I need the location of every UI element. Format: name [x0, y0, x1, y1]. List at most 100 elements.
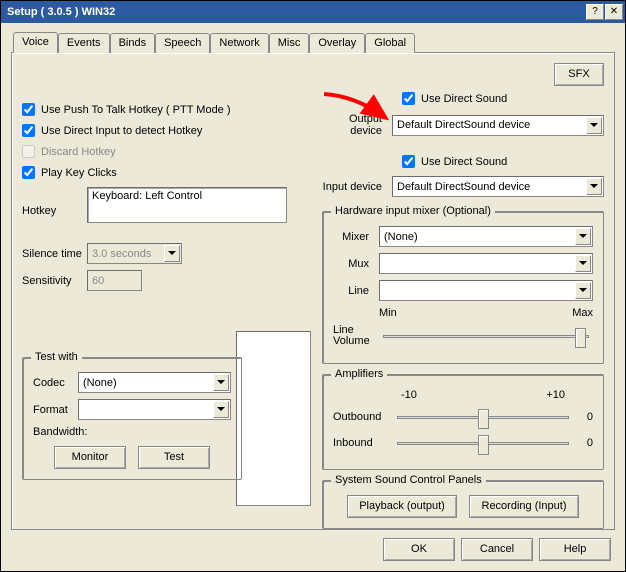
use-directsound-input-input[interactable] [402, 155, 415, 168]
codec-label: Codec [33, 377, 78, 389]
use-directsound-output-checkbox[interactable]: Use Direct Sound [402, 92, 604, 105]
sensitivity-label: Sensitivity [22, 275, 87, 287]
silence-select: 3.0 seconds [87, 243, 182, 264]
use-directsound-input-label: Use Direct Sound [421, 156, 507, 168]
outbound-slider[interactable] [393, 407, 573, 427]
tab-misc[interactable]: Misc [269, 33, 310, 53]
slider-thumb[interactable] [478, 435, 489, 455]
directinput-label: Use Direct Input to detect Hotkey [41, 125, 202, 137]
discard-hotkey-label: Discard Hotkey [41, 146, 116, 158]
amplifiers-legend: Amplifiers [331, 368, 387, 380]
sound-control-panels-legend: System Sound Control Panels [331, 474, 486, 486]
window-title: Setup ( 3.0.5 ) WIN32 [7, 6, 586, 18]
line-volume-label: Line Volume [333, 325, 379, 347]
setup-window: Setup ( 3.0.5 ) WIN32 ? ✕ Voice Events B… [0, 0, 626, 572]
format-select[interactable] [78, 399, 231, 420]
line-volume-slider[interactable] [379, 326, 593, 346]
silence-value: 3.0 seconds [92, 248, 151, 260]
outbound-value: 0 [573, 411, 593, 423]
discard-hotkey-checkbox: Discard Hotkey [22, 145, 302, 158]
tab-network[interactable]: Network [210, 33, 268, 53]
use-directsound-output-label: Use Direct Sound [421, 93, 507, 105]
test-button[interactable]: Test [138, 446, 210, 469]
directinput-checkbox[interactable]: Use Direct Input to detect Hotkey [22, 124, 302, 137]
input-device-label: Input device [322, 181, 392, 193]
playclicks-checkbox[interactable]: Play Key Clicks [22, 166, 302, 179]
chevron-down-icon[interactable] [575, 228, 591, 245]
line-label: Line [333, 285, 379, 297]
output-device-label: Output device [322, 113, 392, 137]
recording-panel-button[interactable]: Recording (Input) [469, 495, 579, 518]
playclicks-checkbox-input[interactable] [22, 166, 35, 179]
silence-label: Silence time [22, 248, 87, 260]
hotkey-value: Keyboard: Left Control [92, 190, 202, 202]
ok-button[interactable]: OK [383, 538, 455, 561]
output-device-select[interactable]: Default DirectSound device [392, 115, 604, 136]
tab-speech[interactable]: Speech [155, 33, 210, 53]
tab-strip: Voice Events Binds Speech Network Misc O… [13, 31, 615, 52]
right-column: SFX Use Direct Sound Output device Defau… [322, 63, 604, 519]
use-directsound-output-input[interactable] [402, 92, 415, 105]
chevron-down-icon[interactable] [575, 255, 591, 272]
amp-plus10-label: +10 [546, 389, 565, 401]
mixer-label: Mixer [333, 231, 379, 243]
inbound-label: Inbound [333, 437, 393, 449]
mux-label: Mux [333, 258, 379, 270]
monitor-button[interactable]: Monitor [54, 446, 126, 469]
testwith-legend: Test with [31, 351, 82, 363]
input-device-select[interactable]: Default DirectSound device [392, 176, 604, 197]
chevron-down-icon[interactable] [586, 117, 602, 134]
playclicks-label: Play Key Clicks [41, 167, 117, 179]
hardware-mixer-group: Hardware input mixer (Optional) Mixer (N… [322, 211, 604, 364]
chevron-down-icon[interactable] [213, 374, 229, 391]
bandwidth-label: Bandwidth: [33, 426, 231, 438]
ptt-label: Use Push To Talk Hotkey ( PTT Mode ) [41, 104, 231, 116]
hotkey-input[interactable]: Keyboard: Left Control [87, 187, 287, 223]
use-directsound-input-checkbox[interactable]: Use Direct Sound [402, 155, 604, 168]
tab-voice[interactable]: Voice [13, 32, 58, 53]
tab-overlay[interactable]: Overlay [309, 33, 365, 53]
codec-value: (None) [83, 377, 117, 389]
dialog-buttons: OK Cancel Help [11, 530, 615, 561]
inbound-slider[interactable] [393, 433, 573, 453]
tab-binds[interactable]: Binds [110, 33, 156, 53]
line-select[interactable] [379, 280, 593, 301]
directinput-checkbox-input[interactable] [22, 124, 35, 137]
left-column: Use Push To Talk Hotkey ( PTT Mode ) Use… [22, 63, 302, 519]
mixer-value: (None) [384, 231, 418, 243]
sensitivity-value: 60 [92, 275, 104, 287]
tab-global[interactable]: Global [365, 33, 415, 53]
context-help-button[interactable]: ? [586, 4, 604, 20]
codec-select[interactable]: (None) [78, 372, 231, 393]
cancel-button[interactable]: Cancel [461, 538, 533, 561]
sensitivity-input: 60 [87, 270, 142, 291]
min-label: Min [379, 307, 397, 319]
chevron-down-icon [164, 245, 180, 262]
tab-events[interactable]: Events [58, 33, 110, 53]
slider-thumb[interactable] [478, 409, 489, 429]
ptt-checkbox-input[interactable] [22, 103, 35, 116]
inbound-value: 0 [573, 437, 593, 449]
hardware-mixer-legend: Hardware input mixer (Optional) [331, 205, 495, 217]
max-label: Max [572, 307, 593, 319]
slider-thumb[interactable] [575, 328, 586, 348]
vu-meter [236, 331, 311, 506]
close-button[interactable]: ✕ [605, 4, 623, 20]
format-label: Format [33, 404, 78, 416]
outbound-label: Outbound [333, 411, 393, 423]
chevron-down-icon[interactable] [586, 178, 602, 195]
help-button[interactable]: Help [539, 538, 611, 561]
ptt-checkbox[interactable]: Use Push To Talk Hotkey ( PTT Mode ) [22, 103, 302, 116]
chevron-down-icon[interactable] [213, 401, 229, 418]
mixer-select[interactable]: (None) [379, 226, 593, 247]
titlebar[interactable]: Setup ( 3.0.5 ) WIN32 ? ✕ [1, 1, 625, 23]
client-area: Voice Events Binds Speech Network Misc O… [1, 23, 625, 571]
panel-voice: Use Push To Talk Hotkey ( PTT Mode ) Use… [11, 52, 615, 530]
sfx-button[interactable]: SFX [554, 63, 604, 86]
playback-panel-button[interactable]: Playback (output) [347, 495, 457, 518]
amplifiers-group: Amplifiers -10 +10 Outbound [322, 374, 604, 470]
chevron-down-icon[interactable] [575, 282, 591, 299]
mux-select[interactable] [379, 253, 593, 274]
input-device-value: Default DirectSound device [397, 181, 530, 193]
hotkey-label: Hotkey [22, 187, 87, 217]
